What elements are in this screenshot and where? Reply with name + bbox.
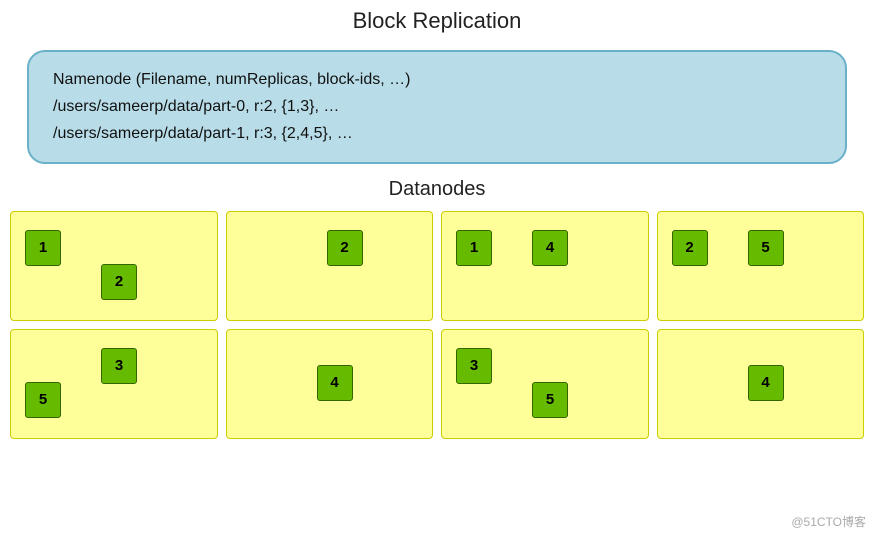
block-2-in-dn1: 2 — [101, 264, 137, 300]
namenode-box: Namenode (Filename, numReplicas, block-i… — [27, 50, 847, 164]
block-2-in-dn2: 2 — [327, 230, 363, 266]
datanode-cell-6: 4 — [226, 329, 434, 439]
watermark: @51CTO博客 — [791, 513, 866, 530]
datanode-cell-8: 4 — [657, 329, 865, 439]
page-title: Block Replication — [0, 0, 874, 42]
block-1-in-dn1: 1 — [25, 230, 61, 266]
block-3-in-dn7: 3 — [456, 348, 492, 384]
datanode-cell-5: 53 — [10, 329, 218, 439]
block-3-in-dn5: 3 — [101, 348, 137, 384]
block-4-in-dn3: 4 — [532, 230, 568, 266]
namenode-line-2: /users/sameerp/data/part-0, r:2, {1,3}, … — [53, 98, 339, 115]
namenode-line-3: /users/sameerp/data/part-1, r:3, {2,4,5}… — [53, 125, 353, 142]
datanode-cell-2: 2 — [226, 211, 434, 321]
block-5-in-dn5: 5 — [25, 382, 61, 418]
datanode-cell-7: 35 — [441, 329, 649, 439]
datanode-grid: 1221425534354 — [10, 211, 864, 439]
block-4-in-dn8: 4 — [748, 365, 784, 401]
datanode-cell-3: 14 — [441, 211, 649, 321]
datanode-cell-1: 12 — [10, 211, 218, 321]
block-2-in-dn4: 2 — [672, 230, 708, 266]
block-5-in-dn7: 5 — [532, 382, 568, 418]
block-4-in-dn6: 4 — [317, 365, 353, 401]
datanodes-label: Datanodes — [0, 178, 874, 201]
block-5-in-dn4: 5 — [748, 230, 784, 266]
block-1-in-dn3: 1 — [456, 230, 492, 266]
datanode-cell-4: 25 — [657, 211, 865, 321]
namenode-line-1: Namenode (Filename, numReplicas, block-i… — [53, 71, 410, 88]
